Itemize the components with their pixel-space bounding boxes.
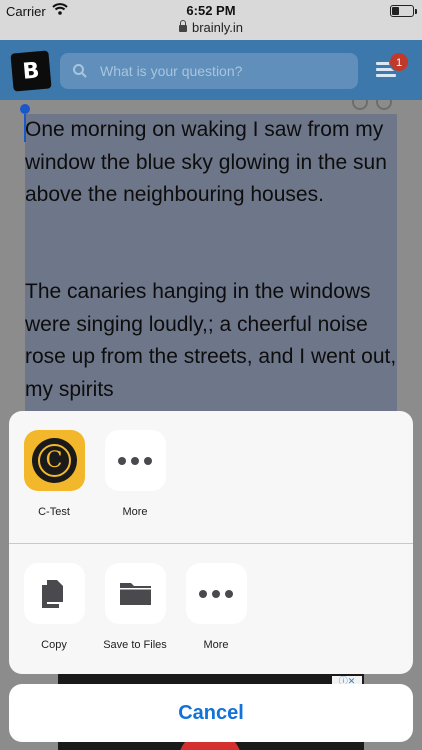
battery-level xyxy=(392,7,399,15)
sheet-divider xyxy=(9,543,413,544)
action-label: Copy xyxy=(41,639,67,651)
site-header: B What is your question? 1 xyxy=(0,40,422,100)
logo-letter: B xyxy=(21,57,41,85)
more-icon xyxy=(185,563,247,624)
share-app-more[interactable]: More xyxy=(90,430,180,518)
folder-icon xyxy=(104,563,166,624)
share-sheet: C C-Test More Copy Save to Files More xyxy=(9,411,413,674)
selection-handle[interactable] xyxy=(20,104,30,114)
action-save-to-files[interactable]: Save to Files xyxy=(90,563,180,651)
partial-icons xyxy=(352,100,396,110)
url-bar[interactable]: brainly.in xyxy=(0,20,422,40)
article-paragraph-1: One morning on waking I saw from my wind… xyxy=(25,118,387,206)
battery-icon xyxy=(390,5,417,17)
c-test-app-icon: C xyxy=(23,430,85,491)
search-icon xyxy=(72,63,88,84)
notification-badge: 1 xyxy=(389,52,409,72)
action-label: Save to Files xyxy=(103,639,167,651)
share-app-c-test[interactable]: C C-Test xyxy=(9,430,99,518)
more-icon xyxy=(104,430,166,491)
search-placeholder: What is your question? xyxy=(100,63,243,79)
action-more[interactable]: More xyxy=(171,563,261,651)
clock: 6:52 PM xyxy=(186,3,236,18)
action-copy[interactable]: Copy xyxy=(9,563,99,651)
action-label: More xyxy=(203,639,229,651)
brainly-logo[interactable]: B xyxy=(10,50,52,92)
status-bar: Carrier 6:52 PM xyxy=(0,0,422,22)
cancel-button[interactable]: Cancel xyxy=(9,684,413,742)
lock-icon xyxy=(178,20,187,32)
share-app-label: C-Test xyxy=(38,506,70,518)
share-app-label: More xyxy=(122,506,148,518)
copy-icon xyxy=(23,563,85,624)
article-paragraph-2: The canaries hanging in the windows were… xyxy=(25,280,397,401)
url-domain: brainly.in xyxy=(191,20,244,35)
search-input[interactable]: What is your question? xyxy=(60,53,358,89)
